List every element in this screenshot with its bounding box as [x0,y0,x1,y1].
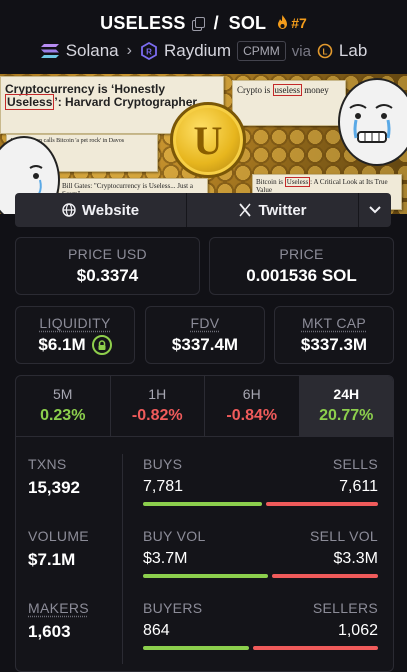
svg-text:L: L [322,47,327,56]
sellers-label: SELLERS [312,600,378,616]
sellers-value: 1,062 [337,622,378,639]
pair-separator: / [213,12,219,33]
rank-number: #7 [291,15,307,31]
fdv-card: FDV $337.4M [145,306,265,364]
token-symbol: USELESS [100,12,186,33]
change-6h: -0.84% [226,407,278,424]
buyers-label: BUYERS [143,600,203,616]
price-usd-value: $0.3374 [76,266,139,285]
market-cap-card: MKT CAP $337.3M [274,306,394,364]
flame-icon [278,15,288,29]
fdv-label: FDV [190,315,220,331]
buy-vol-label: BUY VOL [143,528,206,544]
volume-split: BUY VOL SELL VOL $3.7M $3.3M [143,528,378,600]
makers-label: MAKERS [28,600,89,616]
makers-bar [143,646,378,650]
price-native-card: PRICE 0.001536 SOL [209,237,394,295]
market-cap-label: MKT CAP [301,315,367,331]
buy-sell-column: BUYS SELLS 7,781 7,611 BUY VOL SELL VOL … [143,456,378,671]
buys-label: BUYS [143,456,183,472]
news-clipping-useless-money: Crypto is useless money [232,80,346,126]
volume-bar [143,574,378,578]
txns-value: 15,392 [28,478,80,497]
price-native-label: PRICE [279,246,324,262]
change-24h: 20.77% [319,407,374,424]
tab-1h[interactable]: 1H -0.82% [111,376,205,436]
price-native-value: 0.001536 SOL [246,266,357,285]
buys-sells-split: BUYS SELLS 7,781 7,611 [143,456,378,528]
tab-6h[interactable]: 6H -0.84% [205,376,300,436]
chevron-right-icon: › [126,42,132,59]
sells-bar-fill [265,502,378,506]
twitter-label: Twitter [258,201,307,219]
x-logo-icon [239,203,252,217]
chain-name[interactable]: Solana [66,41,119,61]
activity-panel: 5M 0.23% 1H -0.82% 6H -0.84% 24H 20.77% … [15,375,394,672]
txns-label: TXNS [28,456,67,472]
tab-5m[interactable]: 5M 0.23% [16,376,111,436]
volume-label: VOLUME [28,528,89,544]
txns-stat: TXNS 15,392 [28,456,118,528]
twitter-button[interactable]: Twitter [187,193,359,227]
price-usd-label: PRICE USD [68,246,147,262]
buy-vol-bar-fill [143,574,268,578]
dex-name[interactable]: Raydium [164,41,231,61]
buyers-bar-fill [143,646,249,650]
pair-title-row: USELESS / SOL #7 [0,11,407,35]
timeframe-tabs: 5M 0.23% 1H -0.82% 6H -0.84% 24H 20.77% [16,376,393,437]
chevron-down-icon [369,206,381,214]
quote-symbol: SOL [228,12,267,33]
sellers-bar-fill [252,646,378,650]
fdv-value: $337.4M [171,335,239,354]
buys-sells-bar [143,502,378,506]
buys-bar-fill [143,502,262,506]
liquidity-label: LIQUIDITY [39,315,111,331]
globe-icon [62,203,76,217]
sell-vol-value: $3.3M [333,550,378,567]
liquidity-value: $6.1M [38,335,86,354]
price-usd-card: PRICE USD $0.3374 [15,237,200,295]
website-label: Website [81,201,140,219]
trending-rank[interactable]: #7 [276,15,307,31]
change-5m: 0.23% [40,407,86,424]
lock-icon[interactable] [91,335,112,355]
sells-value: 7,611 [339,478,378,495]
totals-column: TXNS 15,392 VOLUME $7.1M MAKERS 1,603 [28,456,118,671]
liquidity-card: LIQUIDITY $6.1M [15,306,135,364]
buys-value: 7,781 [143,478,184,495]
market-cap-value: $337.3M [300,335,368,354]
volume-value: $7.1M [28,550,76,569]
sells-label: SELLS [332,456,378,472]
via-label: via [291,42,311,60]
makers-split: BUYERS SELLERS 864 1,062 [143,600,378,671]
useless-coin-logo: U [170,102,246,178]
svg-text:R: R [146,48,152,57]
lab-icon: L [317,43,333,59]
wojak-face-right [338,78,407,166]
launchpad-name[interactable]: Lab [339,41,367,61]
makers-stat: MAKERS 1,603 [28,600,118,671]
solana-icon [40,44,59,58]
website-button[interactable]: Website [15,193,187,227]
more-links-button[interactable] [359,193,391,227]
tab-24h[interactable]: 24H 20.77% [299,376,393,436]
raydium-icon: R [141,42,157,60]
social-links-bar: Website Twitter [15,193,391,227]
buy-vol-value: $3.7M [143,550,188,567]
chain-dex-row: Solana › R Raydium CPMM via L Lab [0,38,407,64]
makers-value: 1,603 [28,622,71,641]
sell-vol-bar-fill [271,574,378,578]
sell-vol-label: SELL VOL [309,528,378,544]
column-divider [122,454,123,664]
change-1h: -0.82% [131,407,183,424]
buyers-value: 864 [143,622,170,639]
copy-icon[interactable] [191,16,205,31]
pool-type-badge: CPMM [237,41,286,61]
volume-stat: VOLUME $7.1M [28,528,118,600]
